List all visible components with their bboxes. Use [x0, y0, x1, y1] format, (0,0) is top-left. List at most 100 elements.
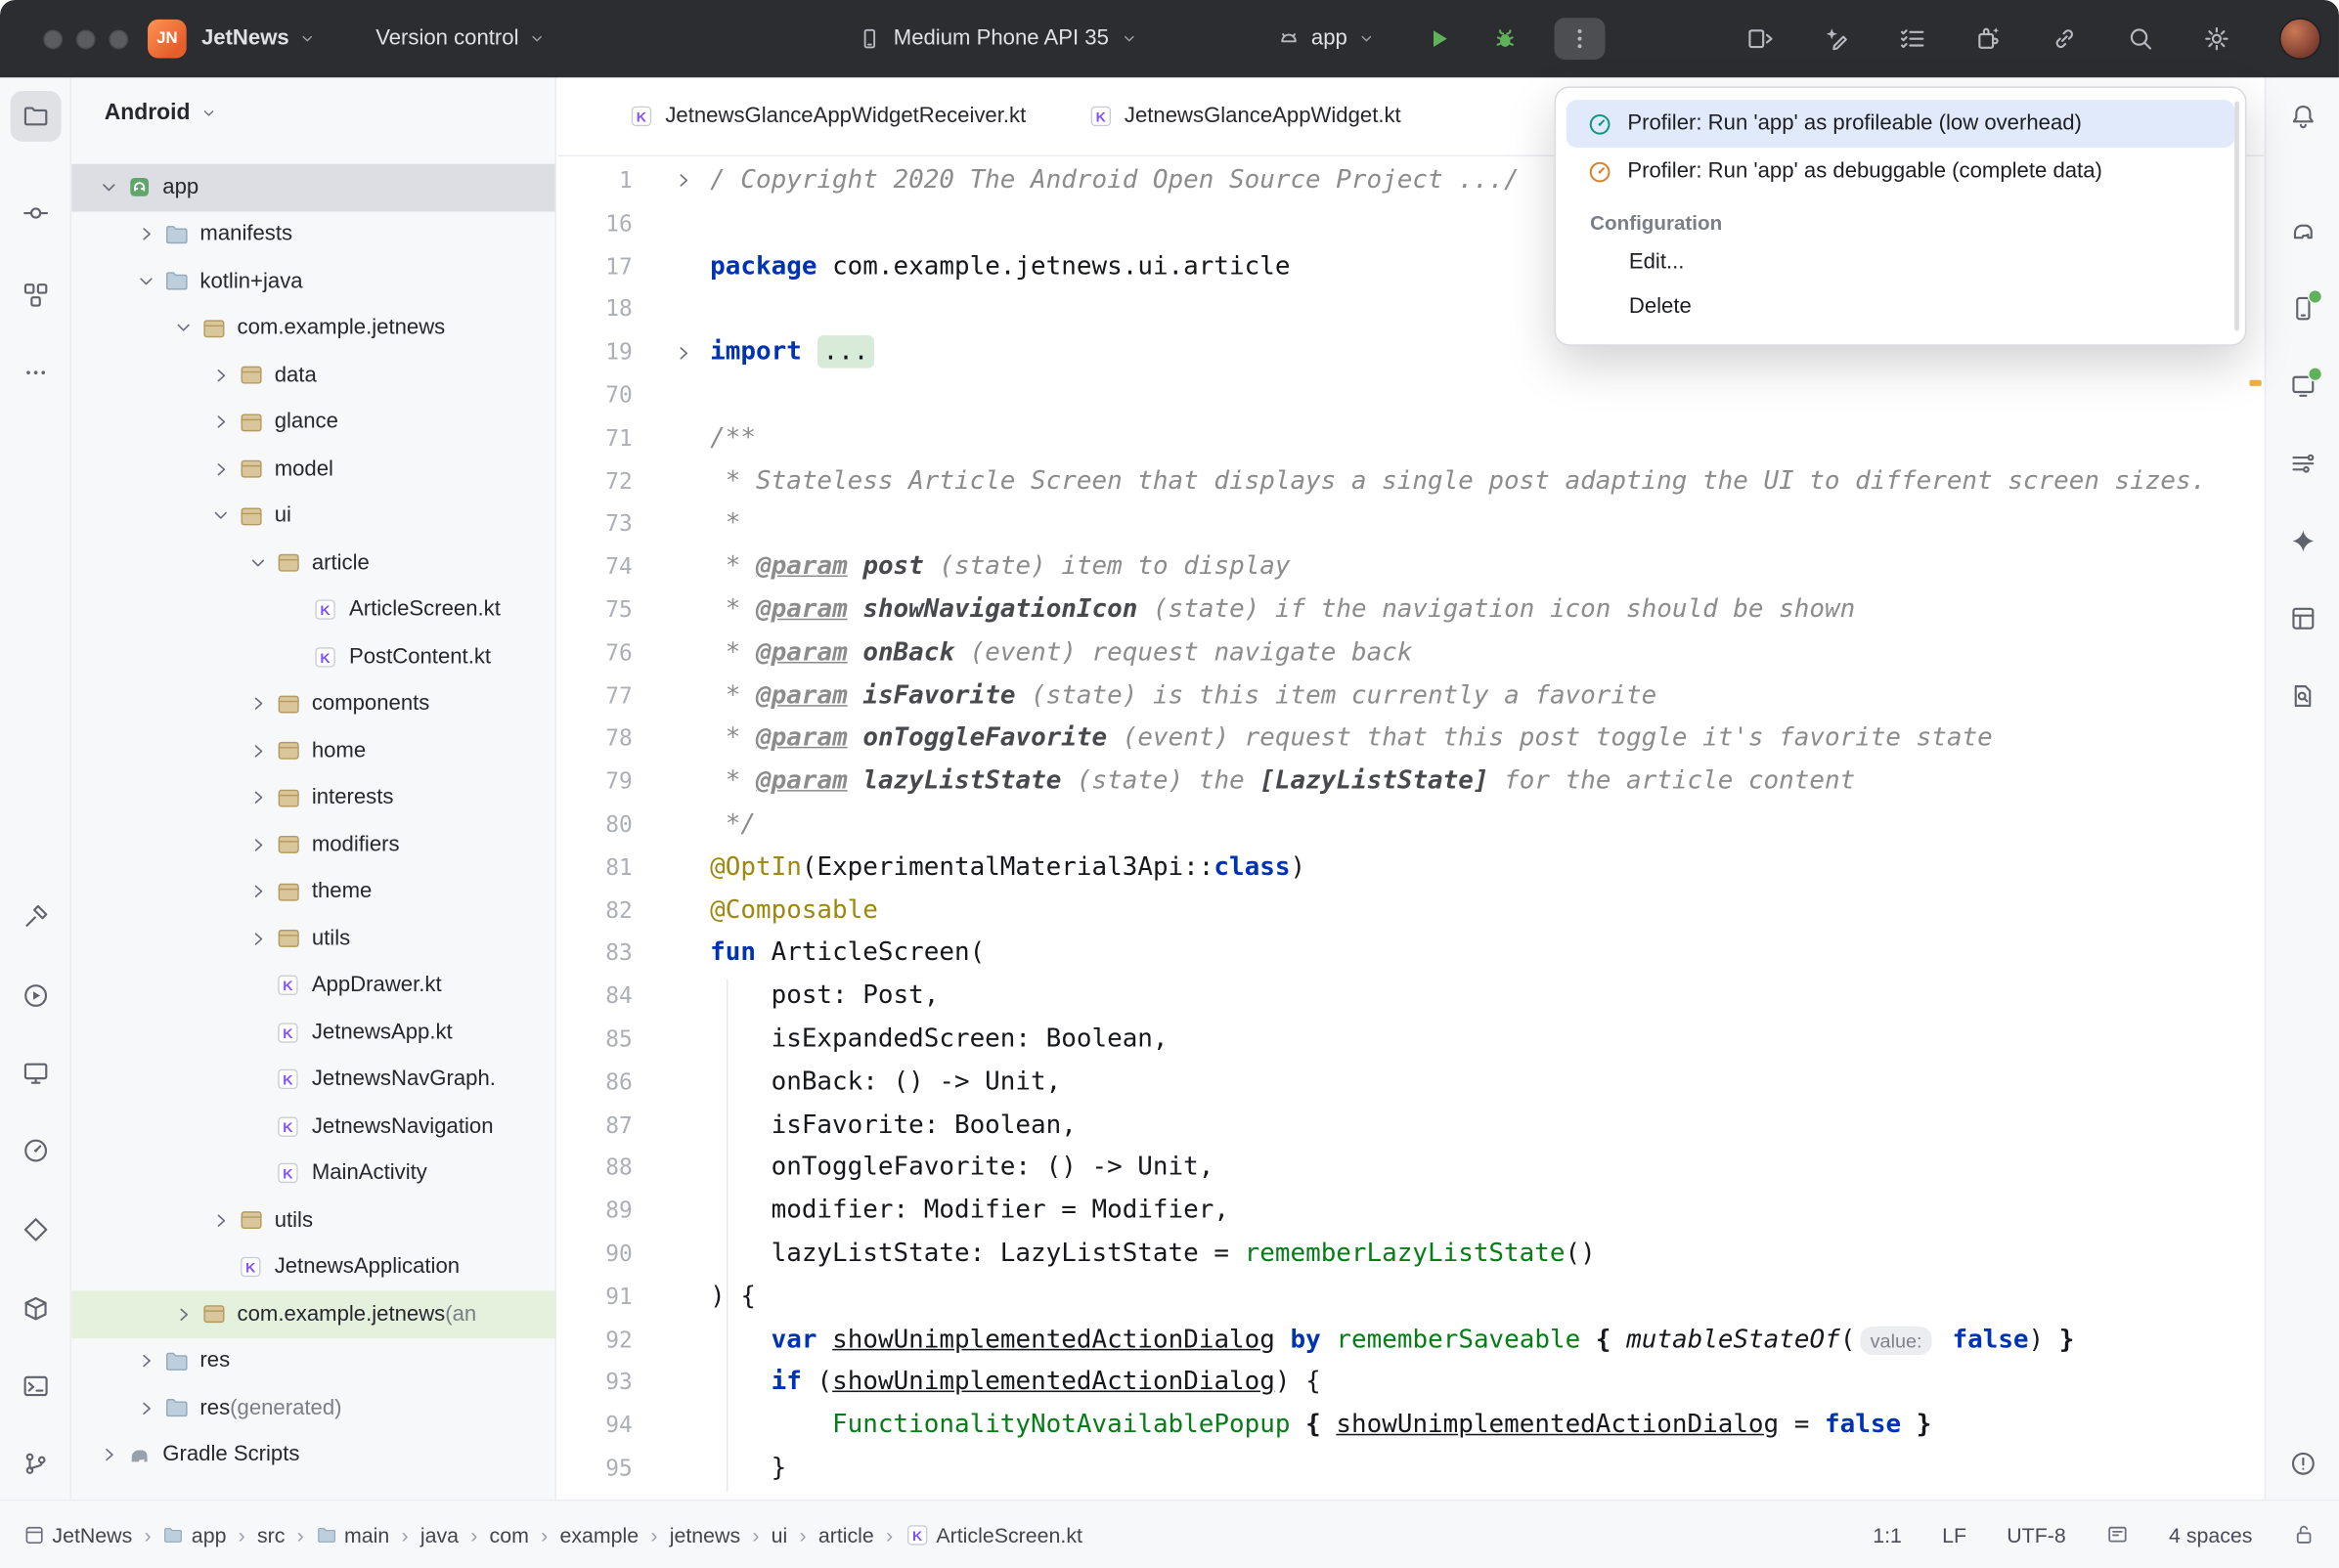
breadcrumb-item[interactable]: main — [316, 1522, 389, 1546]
chevron-down-icon[interactable] — [170, 318, 197, 338]
code-line[interactable]: 93 if (showUnimplementedActionDialog) { — [558, 1362, 2265, 1405]
tool-button-commit[interactable] — [11, 188, 62, 239]
tool-button-structure[interactable] — [11, 270, 62, 321]
chevron-right-icon[interactable] — [244, 740, 271, 761]
more-run-options-button[interactable] — [1555, 18, 1606, 60]
tree-item-manifests[interactable]: manifests — [71, 211, 554, 258]
breadcrumb-item[interactable]: JetNews — [23, 1522, 132, 1546]
tree-item-theme[interactable]: theme — [71, 868, 554, 915]
code-line[interactable]: 70 — [558, 374, 2265, 417]
device-selector[interactable]: Medium Phone API 35 — [858, 0, 1138, 77]
run-configuration-selector[interactable]: app — [1277, 0, 1376, 77]
caret-position[interactable]: 1:1 — [1873, 1522, 1902, 1546]
tree-item-kotlin-java[interactable]: kotlin+java — [71, 258, 554, 305]
tree-item-jetnewsapplication[interactable]: KJetnewsApplication — [71, 1243, 554, 1290]
code-line[interactable]: 72 * Stateless Article Screen that displ… — [558, 459, 2265, 502]
tool-button-gemini-star[interactable] — [2277, 516, 2328, 567]
tree-item-postcontent-kt[interactable]: KPostContent.kt — [71, 633, 554, 680]
search-icon[interactable] — [2127, 25, 2153, 52]
code-line[interactable]: 75 * @param showNavigationIcon (state) i… — [558, 588, 2265, 632]
chevron-right-icon[interactable] — [244, 834, 271, 854]
chevron-right-icon[interactable] — [96, 1445, 122, 1465]
tree-item-app[interactable]: app — [71, 164, 554, 211]
link-external-icon[interactable] — [2052, 25, 2078, 52]
popup-menu-item[interactable]: Profiler: Run 'app' as profileable (low … — [1567, 100, 2234, 148]
tool-button-find[interactable] — [2277, 671, 2328, 721]
chevron-right-icon[interactable] — [170, 1304, 197, 1325]
chevron-down-icon[interactable] — [207, 505, 234, 526]
chevron-right-icon[interactable] — [207, 1210, 234, 1231]
code-line[interactable]: 90 lazyListState: LazyListState = rememb… — [558, 1233, 2265, 1276]
tool-button-insights[interactable] — [11, 1204, 62, 1255]
tool-button-run[interactable] — [11, 971, 62, 1022]
tree-item-mainactivity[interactable]: KMainActivity — [71, 1150, 554, 1197]
close-window-button[interactable] — [43, 29, 63, 49]
tree-item-components[interactable]: components — [71, 680, 554, 727]
code-line[interactable]: 85 isExpandedScreen: Boolean, — [558, 1018, 2265, 1061]
tree-item-com-example-jetnews[interactable]: com.example.jetnews — [71, 305, 554, 352]
popup-scrollbar[interactable] — [2234, 102, 2239, 331]
chevron-right-icon[interactable] — [244, 787, 271, 807]
tree-item-com-example-jetnews[interactable]: com.example.jetnews (an — [71, 1290, 554, 1337]
indent-indicator[interactable]: 4 spaces — [2169, 1522, 2252, 1546]
tool-button-profiler[interactable] — [11, 1125, 62, 1176]
vcs-widget[interactable]: Version control — [375, 26, 546, 50]
tree-item-gradle-scripts[interactable]: Gradle Scripts — [71, 1431, 554, 1478]
chevron-right-icon[interactable] — [244, 693, 271, 714]
chevron-down-icon[interactable] — [244, 552, 271, 573]
tree-item-model[interactable]: model — [71, 446, 554, 493]
code-line[interactable]: 91) { — [558, 1276, 2265, 1319]
tool-button-problems[interactable] — [2277, 1438, 2328, 1489]
tree-item-home[interactable]: home — [71, 727, 554, 774]
chevron-right-icon[interactable] — [244, 929, 271, 949]
minimize-window-button[interactable] — [76, 29, 96, 49]
code-line[interactable]: 77 * @param isFavorite (state) is this i… — [558, 675, 2265, 718]
code-line[interactable]: 86 onBack: () -> Unit, — [558, 1061, 2265, 1104]
project-selector[interactable]: JetNews — [201, 26, 316, 50]
breadcrumb-item[interactable]: KArticleScreen.kt — [905, 1522, 1082, 1546]
tree-item-res[interactable]: res — [71, 1337, 554, 1384]
editor-tab[interactable]: KJetnewsGlanceAppWidget.kt — [1057, 77, 1432, 154]
breadcrumb-item[interactable]: jetnews — [670, 1522, 740, 1546]
code-line[interactable]: 89 modifier: Modifier = Modifier, — [558, 1190, 2265, 1233]
encoding-indicator[interactable]: UTF-8 — [2007, 1522, 2066, 1546]
ai-assistant-icon[interactable] — [1823, 25, 1849, 52]
code-line[interactable]: 87 isFavorite: Boolean, — [558, 1104, 2265, 1147]
chevron-right-icon[interactable] — [244, 881, 271, 901]
run-button[interactable] — [1414, 18, 1465, 60]
tree-item-jetnewsapp-kt[interactable]: KJetnewsApp.kt — [71, 1009, 554, 1056]
line-separator-indicator[interactable]: LF — [1942, 1522, 1966, 1546]
chevron-down-icon[interactable] — [96, 177, 122, 197]
plugin-sparkle-icon[interactable] — [1975, 25, 2002, 52]
tool-button-project-folder[interactable] — [11, 91, 62, 142]
code-line[interactable]: 81@OptIn(ExperimentalMaterial3Api::class… — [558, 847, 2265, 890]
chevron-right-icon[interactable] — [133, 1351, 159, 1372]
chevron-right-icon[interactable] — [133, 1398, 159, 1418]
tree-item-glance[interactable]: glance — [71, 399, 554, 446]
code-line[interactable]: 71/** — [558, 417, 2265, 460]
code-line[interactable]: 83fun ArticleScreen( — [558, 932, 2265, 975]
breadcrumb-item[interactable]: ui — [772, 1522, 788, 1546]
code-line[interactable]: 79 * @param lazyListState (state) the [L… — [558, 761, 2265, 804]
tree-item-appdrawer-kt[interactable]: KAppDrawer.kt — [71, 962, 554, 1009]
code-line[interactable]: 76 * @param onBack (event) request navig… — [558, 632, 2265, 675]
code-line[interactable]: 74 * @param post (state) item to display — [558, 545, 2265, 588]
chevron-down-icon[interactable] — [133, 271, 159, 291]
code-line[interactable]: 82@Composable — [558, 890, 2265, 933]
maximize-window-button[interactable] — [109, 29, 128, 49]
tree-item-jetnewsnavigation[interactable]: KJetnewsNavigation — [71, 1103, 554, 1150]
tool-button-layout-inspector[interactable] — [2277, 593, 2328, 644]
breadcrumb-item[interactable]: src — [257, 1522, 285, 1546]
chevron-right-icon[interactable] — [133, 224, 159, 244]
code-line[interactable]: 88 onToggleFavorite: () -> Unit, — [558, 1147, 2265, 1190]
tool-button-terminal[interactable] — [11, 1361, 62, 1412]
popup-action-delete[interactable]: Delete — [1567, 284, 2234, 329]
tree-item-utils[interactable]: utils — [71, 915, 554, 962]
tree-item-data[interactable]: data — [71, 352, 554, 399]
breadcrumb-item[interactable]: example — [559, 1522, 639, 1546]
tree-item-modifiers[interactable]: modifiers — [71, 821, 554, 868]
unlocked-icon[interactable] — [2293, 1523, 2316, 1546]
code-line[interactable]: 78 * @param onToggleFavorite (event) req… — [558, 718, 2265, 761]
tool-button-build-variants[interactable] — [2277, 438, 2328, 489]
code-line[interactable]: 73 * — [558, 502, 2265, 545]
